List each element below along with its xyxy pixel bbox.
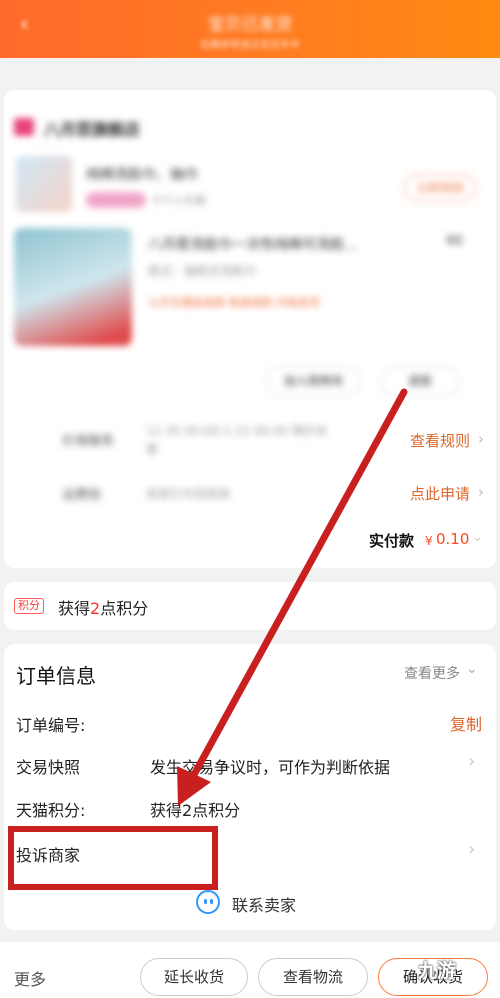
product-service-tags: 七天无理由退换 极速退款 闪电发货 [148,296,320,309]
contact-seller-button[interactable]: 联系卖家 [232,892,296,916]
chevron-right-icon: › [468,751,476,772]
tmall-points-label: 天猫积分: [16,801,86,820]
see-more-link[interactable]: 查看更多 [404,663,460,683]
chevron-right-icon[interactable]: › [468,839,475,860]
promo-subtitle: 377人在看 [152,194,206,207]
add-to-cart-button[interactable]: 加入购物车 [266,366,362,396]
order-number-label: 订单编号: [16,716,86,735]
apply-link[interactable]: 点此申请 [410,483,470,504]
chevron-down-icon[interactable]: ⌄ [466,661,478,677]
shipping-insurance-label: 运费险 [62,488,102,503]
annotation-highlight-box [8,826,218,890]
snapshot-label[interactable]: 交易快照 [16,754,80,778]
product-thumbnail[interactable] [14,228,132,346]
product-title[interactable]: 八月苣洗脸巾一次性纯棉可洗脸… [148,234,358,254]
promo-badge [86,192,146,208]
store-logo-icon [14,118,34,136]
store-name[interactable]: 八月苣旗舰店 [44,116,140,140]
view-logistics-button[interactable]: 查看物流 [258,958,368,996]
shipping-insurance-value: 卖家已为您投保 [146,487,231,501]
points-text: 获得2点积分 [58,595,148,619]
promo-thumbnail[interactable] [16,156,72,212]
page-subtitle: 包裹即将送达至您手中 [200,40,300,51]
header-bar: ‹ 宝贝已发货 包裹即将送达至您手中 [0,0,500,58]
extend-receipt-button[interactable]: 延长收货 [140,958,248,996]
copy-button[interactable]: 复制 [450,711,482,735]
product-price: ¥0 [446,234,463,249]
chevron-right-icon: › [478,483,484,501]
points-number: 2 [90,599,101,618]
order-info-title: 订单信息 [16,664,96,688]
chevron-right-icon: › [478,430,484,448]
chat-icon[interactable] [196,890,220,914]
product-spec: 款式：抽取式洗脸巾 [148,264,257,278]
promo-title: 纯棉洗脸巾、抽巾 [86,167,198,183]
page-title: 宝贝已发货 [207,15,293,35]
paid-amount: 0.10 [436,530,470,548]
more-button[interactable]: 更多 [14,966,46,990]
tmall-points-value: 获得2点积分 [150,801,241,820]
paid-currency: ¥ [425,534,433,548]
points-text-post: 点积分 [100,599,149,618]
points-text-pre: 获得 [58,599,91,618]
snapshot-value: 发生交易争议时，可作为判断依据 [150,758,391,777]
chevron-down-icon[interactable]: ⌄ [472,530,483,545]
site-watermark: 九游 [418,960,457,982]
promo-buy-button[interactable]: 立即抢购 [404,174,476,202]
view-rules-link[interactable]: 查看规则 [410,430,470,451]
paid-label: 实付款 [369,532,415,550]
points-badge: 积分 [14,598,44,614]
price-protect-value: 12.30 00:00-1.15 00:00 降价补差 [146,424,329,456]
refund-button[interactable]: 退款 [380,366,460,396]
price-protect-label: 价保服务 [62,434,115,449]
